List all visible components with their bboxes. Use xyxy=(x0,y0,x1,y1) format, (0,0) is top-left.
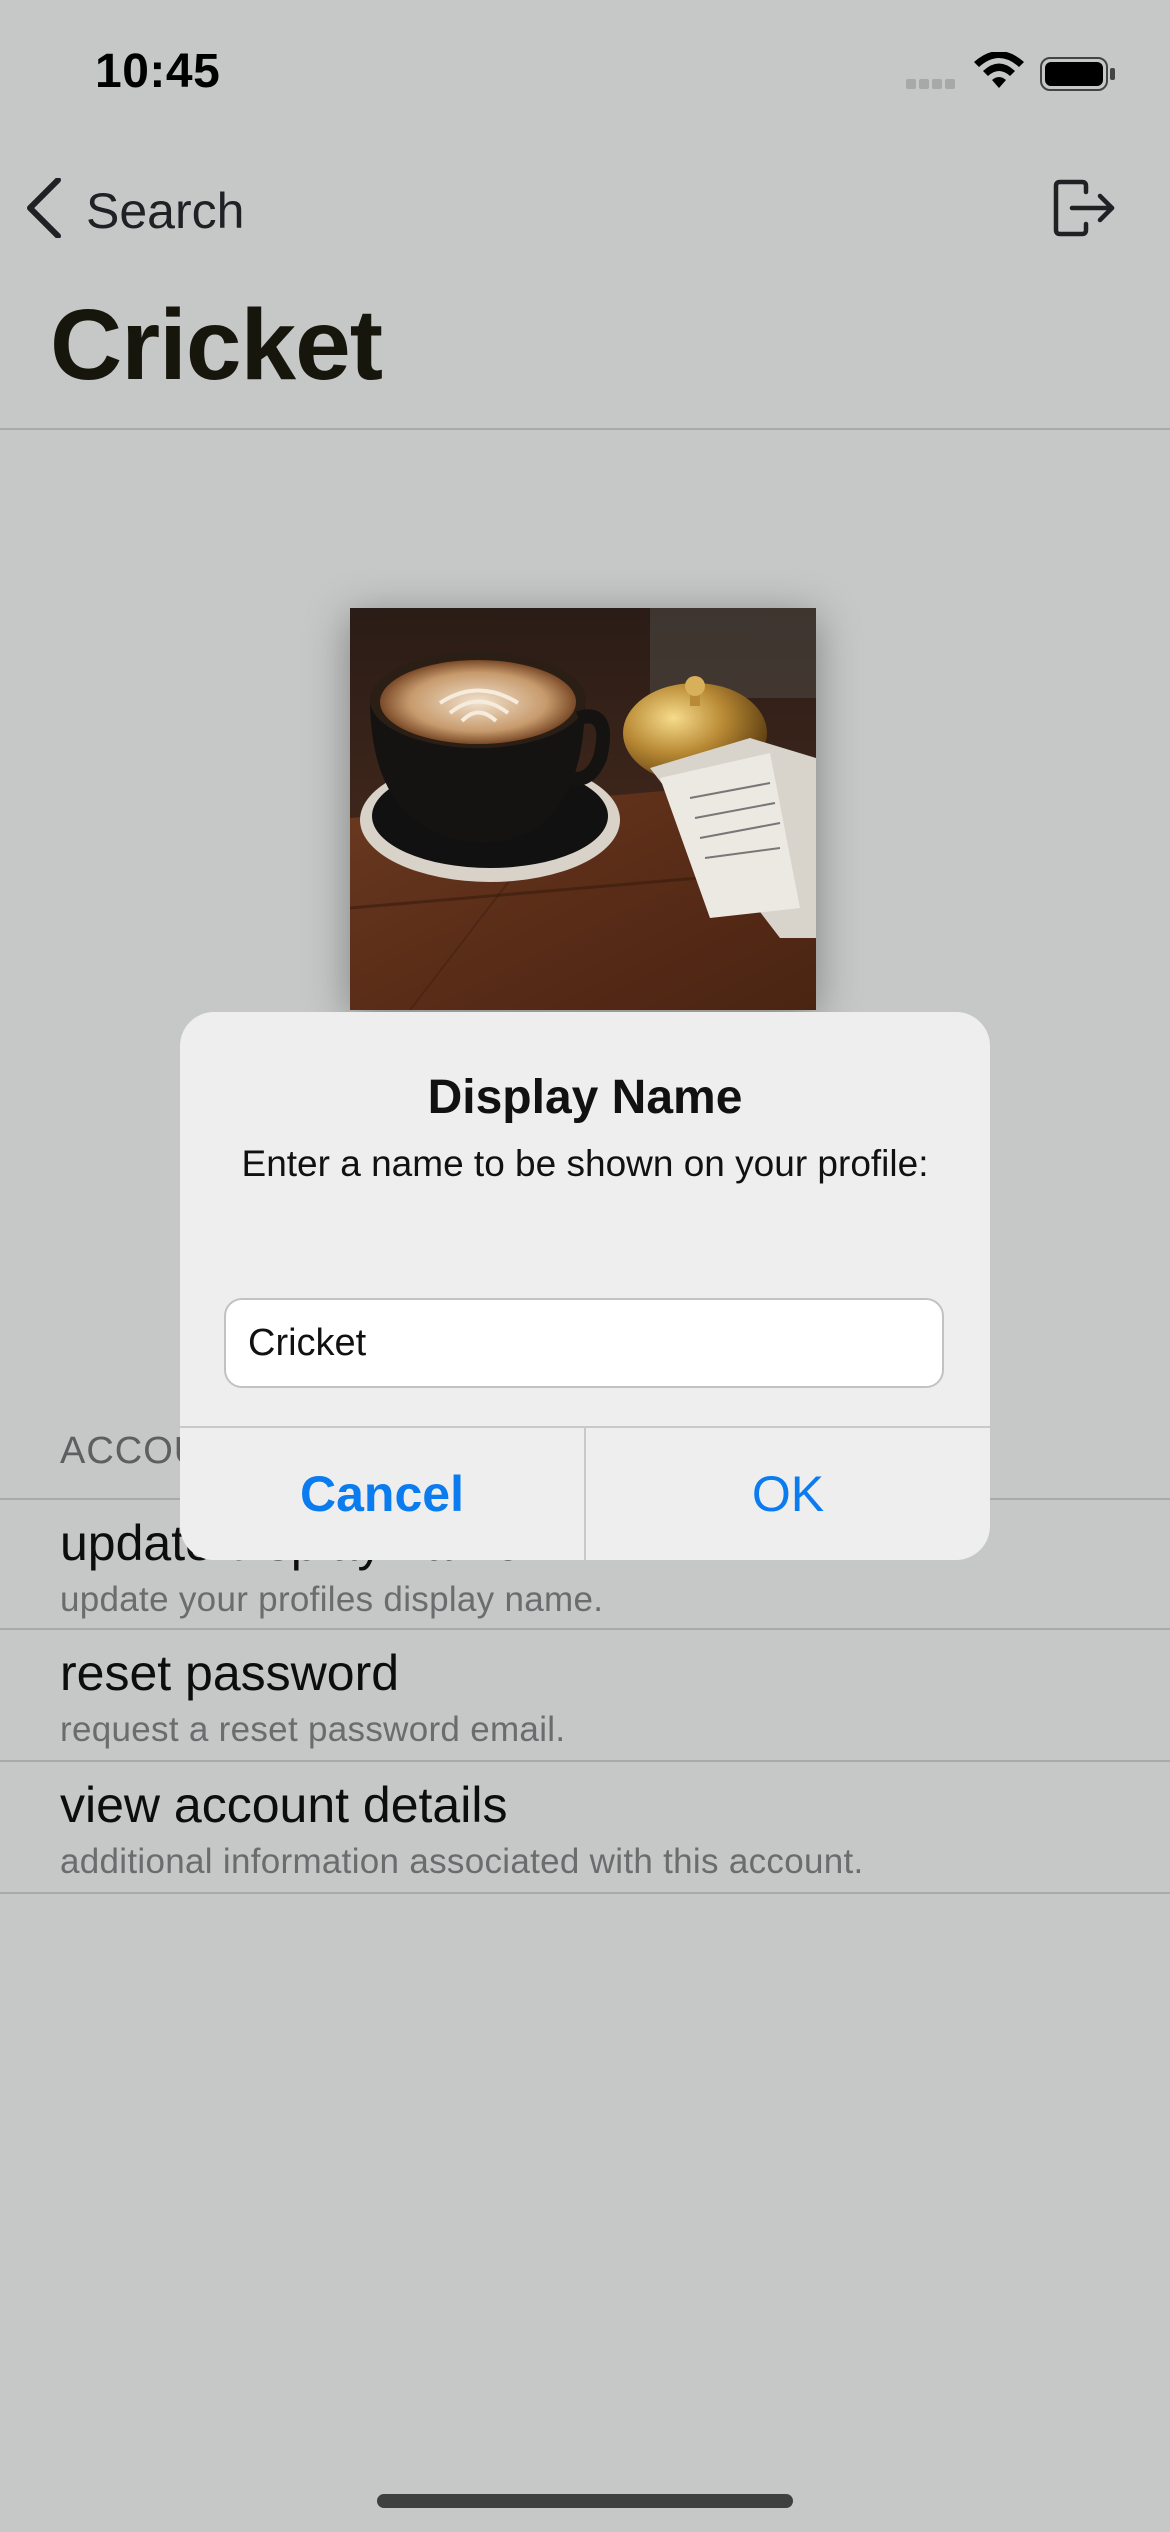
row-reset-password[interactable]: reset password request a reset password … xyxy=(0,1630,1170,1760)
home-indicator[interactable] xyxy=(377,2494,793,2508)
nav-divider xyxy=(0,428,1170,430)
row-title: reset password xyxy=(60,1645,400,1701)
page-title: Cricket xyxy=(50,289,383,401)
row-subtitle: request a reset password email. xyxy=(60,1710,566,1749)
row-subtitle: update your profiles display name. xyxy=(60,1580,604,1619)
status-time: 10:45 xyxy=(95,45,221,98)
logout-icon xyxy=(1052,179,1118,242)
row-title: view account details xyxy=(60,1777,508,1833)
ok-button[interactable]: OK xyxy=(586,1428,990,1560)
wifi-icon xyxy=(972,51,1026,97)
back-button[interactable]: Search xyxy=(24,177,245,243)
logout-button[interactable] xyxy=(1052,178,1118,243)
divider xyxy=(0,1892,1170,1894)
display-name-input[interactable] xyxy=(224,1298,944,1388)
battery-icon xyxy=(1040,56,1116,97)
alert-message: Enter a name to be shown on your profile… xyxy=(241,1143,929,1184)
profile-photo xyxy=(350,608,816,1010)
cancel-button[interactable]: Cancel xyxy=(180,1428,584,1560)
back-label: Search xyxy=(86,182,245,239)
alert-title: Display Name xyxy=(427,1071,743,1124)
display-name-alert: Display Name Enter a name to be shown on… xyxy=(180,1012,990,1560)
row-view-account-details[interactable]: view account details additional informat… xyxy=(0,1762,1170,1892)
cellular-icon xyxy=(906,76,958,94)
row-subtitle: additional information associated with t… xyxy=(60,1842,864,1881)
chevron-left-icon xyxy=(24,177,64,243)
